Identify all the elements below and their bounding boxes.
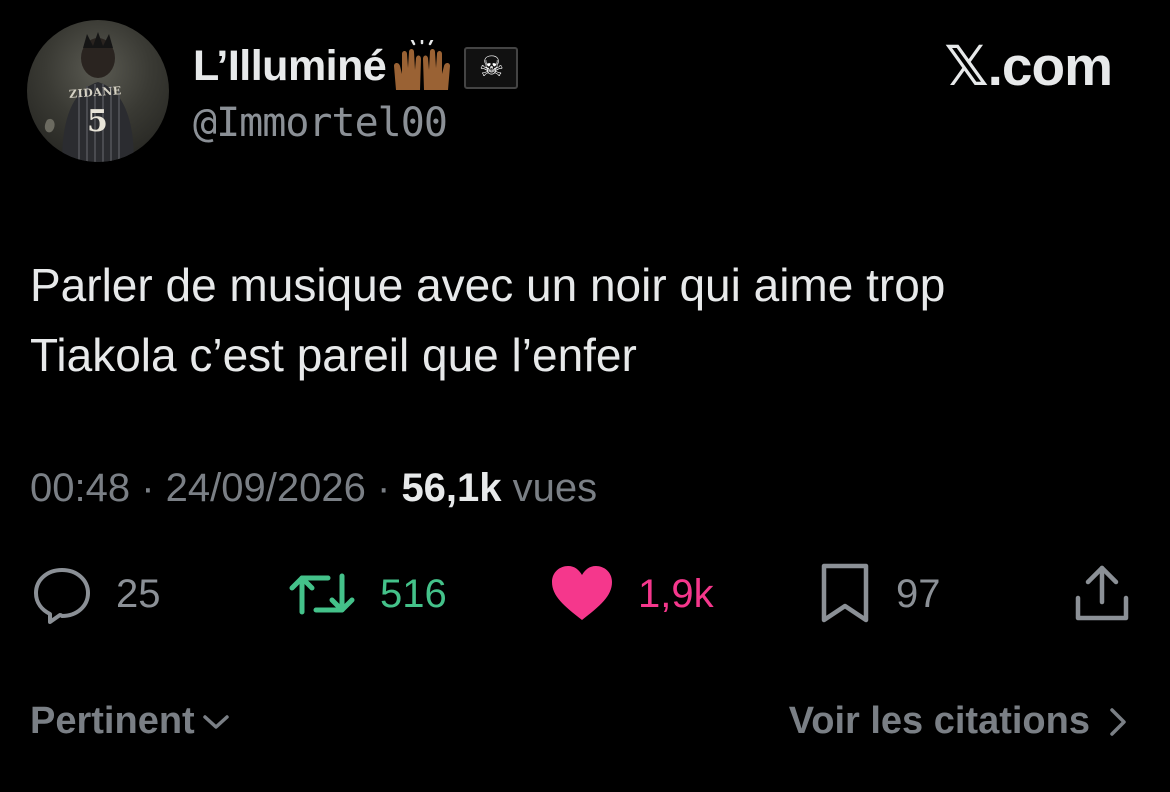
share-icon — [1075, 565, 1129, 621]
avatar[interactable]: ZIDANE 5 — [27, 20, 169, 162]
author-handle[interactable]: @Immortel00 — [193, 100, 448, 146]
reply-button[interactable]: 25 — [30, 562, 161, 626]
chevron-down-icon — [202, 714, 229, 729]
sort-label: Pertinent — [30, 700, 195, 742]
bookmark-count: 97 — [896, 571, 941, 616]
meta-separator: · — [141, 466, 166, 510]
meta-separator: · — [377, 466, 402, 510]
views-label: vues — [512, 466, 598, 510]
view-quotes-label: Voir les citations — [788, 700, 1090, 742]
sort-dropdown[interactable]: Pertinent — [30, 700, 231, 743]
display-name[interactable]: L’Illuminé — [193, 42, 387, 91]
views-count[interactable]: 56,1k — [401, 466, 501, 510]
avatar-jersey-number: 5 — [87, 104, 108, 139]
author-name-row[interactable]: L’Illuminé ☠ — [193, 37, 519, 92]
heart-icon — [552, 566, 612, 620]
tweet-date[interactable]: 24/09/2026 — [166, 466, 366, 510]
bookmark-icon — [821, 563, 869, 623]
retweet-count: 516 — [380, 571, 447, 616]
raised-hands-icon — [390, 37, 454, 92]
reply-icon — [34, 568, 90, 624]
x-com-logo: 𝕏.com — [944, 35, 1113, 97]
tweet-actions: 25 516 1,9k 97 — [0, 562, 1170, 632]
tweet-time[interactable]: 00:48 — [30, 466, 130, 510]
retweet-button[interactable]: 516 — [288, 562, 447, 626]
tweet-meta: 00:48 · 24/09/2026 · 56,1k vues — [30, 466, 597, 511]
chevron-right-icon — [1110, 707, 1126, 736]
pirate-flag-icon: ☠ — [464, 47, 519, 89]
share-button[interactable] — [1072, 562, 1132, 626]
view-quotes-link[interactable]: Voir les citations — [789, 700, 1132, 743]
bookmark-button[interactable]: 97 — [818, 562, 941, 626]
tweet-text: Parler de musique avec un noir qui aime … — [30, 259, 946, 381]
reply-count: 25 — [116, 571, 161, 616]
like-button[interactable]: 1,9k — [550, 562, 714, 626]
retweet-icon — [289, 573, 355, 615]
like-count: 1,9k — [638, 571, 714, 616]
